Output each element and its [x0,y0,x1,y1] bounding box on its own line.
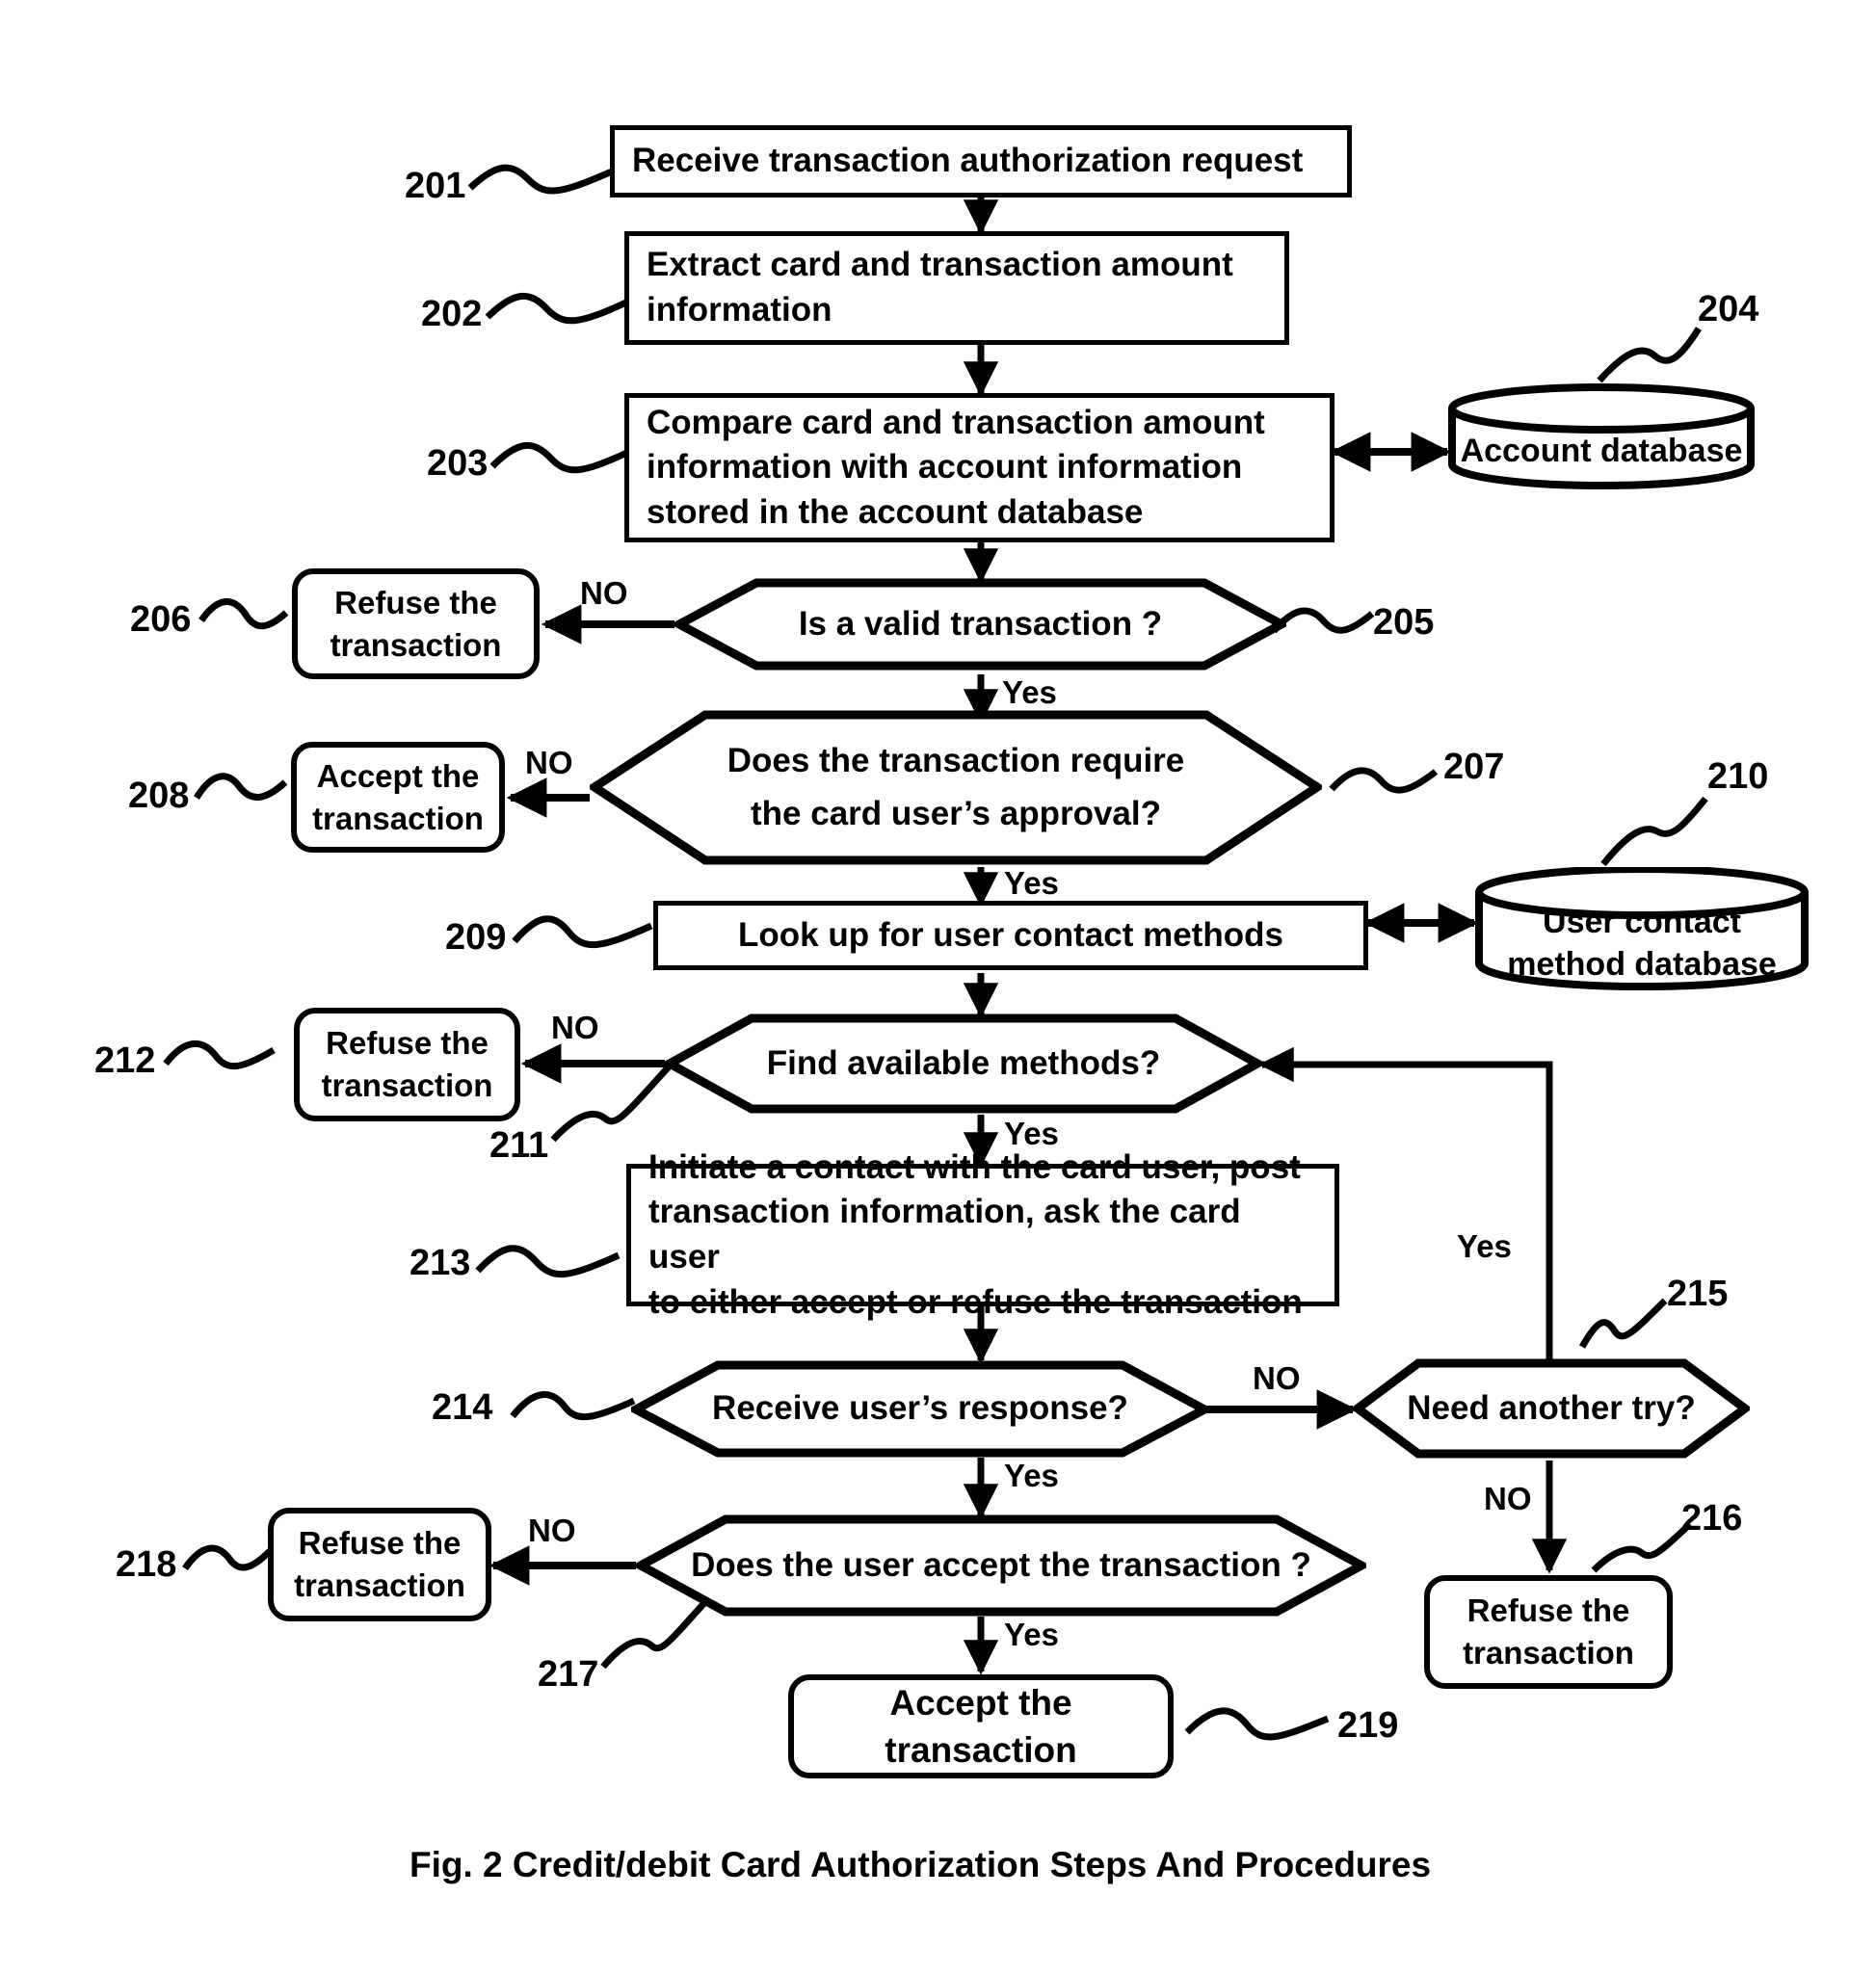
leader-line-204 [1597,327,1702,383]
node-216-line1: Refuse the [1466,1592,1630,1629]
edge-label-217-yes: Yes [1004,1617,1059,1652]
node-218-line2: transaction [294,1567,465,1603]
ref-label-204: 204 [1698,289,1759,329]
ref-label-218: 218 [116,1544,177,1585]
node-201-text: Receive transaction authorization reques… [632,142,1304,180]
leader-line-212 [163,1040,276,1070]
leader-line-219 [1184,1707,1330,1741]
ref-label-207: 207 [1443,747,1505,787]
ref-label-208: 208 [128,776,190,816]
node-208-line1: Accept the [316,757,480,794]
node-213-initiate-contact[interactable]: Initiate a contact with the card user, p… [626,1148,1339,1321]
leader-line-201 [467,164,614,195]
ref-label-205: 205 [1373,602,1435,643]
node-201-receive-request[interactable]: Receive transaction authorization reques… [610,125,1352,197]
node-208-accept-transaction[interactable]: Accept the transaction [291,742,505,853]
node-213-line2: transaction information, ask the card us… [648,1193,1241,1276]
node-204-account-database[interactable]: Account database [1447,383,1756,489]
figure-canvas: Receive transaction authorization reques… [0,0,1876,1974]
node-203-line1: Compare card and transaction amount [647,403,1265,441]
leader-line-209 [512,915,653,949]
edge-label-207-no: NO [525,745,573,780]
edge-label-215-yes: Yes [1457,1228,1512,1264]
node-212-refuse-transaction[interactable]: Refuse the transaction [294,1008,520,1121]
node-206-line2: transaction [330,626,502,663]
edge-label-217-no: NO [528,1513,576,1548]
ref-label-217: 217 [538,1654,599,1695]
node-216-refuse-transaction[interactable]: Refuse the transaction [1424,1575,1673,1689]
leader-line-208 [194,773,288,801]
ref-label-216: 216 [1681,1498,1743,1539]
ref-label-214: 214 [432,1387,493,1428]
figure-caption: Fig. 2 Credit/debit Card Authorization S… [410,1845,1432,1884]
ref-label-219: 219 [1337,1705,1399,1746]
node-217-user-accepts[interactable]: Does the user accept the transaction ? [636,1513,1366,1619]
node-209-text: Look up for user contact methods [738,915,1283,954]
ref-label-202: 202 [421,294,483,334]
node-213-line3: to either accept or refuse the transacti… [648,1282,1303,1321]
node-216-line2: transaction [1463,1635,1634,1671]
node-203-line2: information with account information [647,448,1243,487]
node-203-compare-info[interactable]: Compare card and transaction amount info… [624,393,1334,542]
edge-label-205-yes: Yes [1002,674,1057,710]
leader-line-207 [1329,767,1439,794]
node-219-text: Accept the transaction [885,1682,1077,1770]
edge-label-205-no: NO [580,575,628,611]
edge-label-215-no: NO [1484,1481,1532,1516]
ref-label-203: 203 [427,443,489,484]
node-206-refuse-transaction[interactable]: Refuse the transaction [292,568,540,679]
ref-label-210: 210 [1707,756,1769,797]
node-209-lookup-contact-methods[interactable]: Look up for user contact methods [653,901,1368,970]
edge-label-214-yes: Yes [1004,1458,1059,1493]
node-213-line1: Initiate a contact with the card user, p… [648,1147,1301,1186]
node-207-requires-approval[interactable]: Does the transaction require the card us… [590,708,1322,867]
node-205-valid-transaction[interactable]: Is a valid transaction ? [674,576,1286,672]
ref-label-206: 206 [130,599,192,640]
node-218-refuse-transaction[interactable]: Refuse the transaction [268,1508,491,1621]
node-219-accept-transaction[interactable]: Accept the transaction [788,1674,1174,1778]
leader-line-213 [475,1245,621,1278]
leader-line-211 [550,1060,675,1143]
ref-label-215: 215 [1667,1274,1729,1314]
node-208-line2: transaction [312,800,484,836]
leader-line-216 [1591,1521,1693,1573]
leader-line-206 [198,598,289,630]
edge-label-207-yes: Yes [1004,865,1059,901]
node-212-line1: Refuse the [326,1025,489,1062]
edge-label-211-yes: Yes [1004,1116,1059,1151]
node-203-line3: stored in the account database [647,492,1144,531]
leader-line-218 [182,1544,273,1571]
node-210-user-contact-method-database[interactable]: User contact method database [1474,867,1810,990]
node-218-line1: Refuse the [298,1525,462,1562]
node-206-line1: Refuse the [334,584,497,620]
leader-line-203 [489,441,633,474]
node-202-line2: information [647,291,832,329]
node-211-find-available-methods[interactable]: Find available methods? [665,1012,1262,1116]
ref-label-213: 213 [410,1243,471,1283]
leader-line-210 [1600,796,1708,867]
ref-label-201: 201 [405,166,466,206]
ref-label-212: 212 [94,1040,156,1081]
ref-label-211: 211 [489,1125,549,1166]
edge-label-214-no: NO [1253,1360,1301,1396]
node-212-line2: transaction [321,1067,493,1103]
leader-line-202 [485,292,630,325]
leader-line-214 [510,1391,636,1421]
node-202-line1: Extract card and transaction amount [647,246,1233,284]
leader-line-215 [1578,1298,1668,1349]
ref-label-209: 209 [445,917,507,958]
edge-label-211-no: NO [551,1010,599,1045]
node-214-receive-response[interactable]: Receive user’s response? [631,1358,1209,1460]
node-215-need-another-try[interactable]: Need another try? [1353,1356,1750,1461]
node-202-extract-info[interactable]: Extract card and transaction amount info… [624,231,1289,345]
